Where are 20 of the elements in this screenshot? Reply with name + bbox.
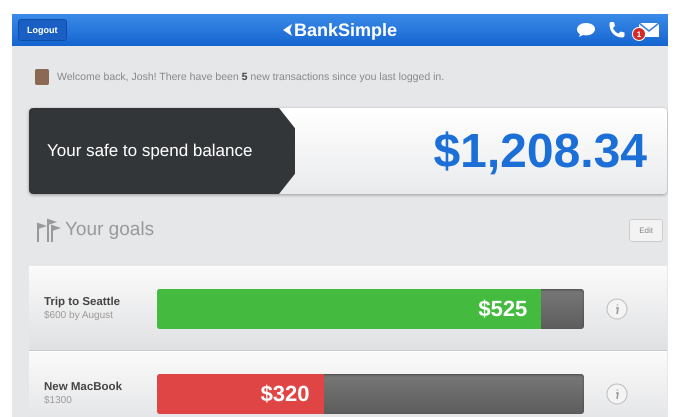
logo-icon xyxy=(282,24,292,36)
notification-badge: 1 xyxy=(632,27,646,41)
welcome-message: Welcome back, Josh! There have been 5 new transactions since you last logged in. xyxy=(57,71,444,83)
goal-name: Trip to Seattle xyxy=(44,296,122,308)
goal-amount: $320 xyxy=(260,380,310,406)
goal-amount: $525 xyxy=(478,296,528,322)
phone-icon[interactable] xyxy=(608,21,626,39)
goal-target: $600 by August xyxy=(44,310,114,321)
info-icon[interactable] xyxy=(606,298,628,320)
balance-amount: $1,208.34 xyxy=(433,124,648,178)
info-icon[interactable] xyxy=(606,382,628,404)
brand-name: BankSimple xyxy=(294,20,398,40)
goal-name: New MacBook xyxy=(44,381,123,393)
balance-label: Your safe to spend balance xyxy=(29,108,295,194)
edit-button[interactable]: Edit xyxy=(629,218,663,242)
logout-button[interactable]: Logout xyxy=(18,19,66,41)
flags-icon xyxy=(35,218,61,242)
chat-bubble-icon[interactable] xyxy=(576,22,596,38)
goals-title: Your goals xyxy=(65,219,154,241)
goal-target: $1300 xyxy=(44,395,73,406)
